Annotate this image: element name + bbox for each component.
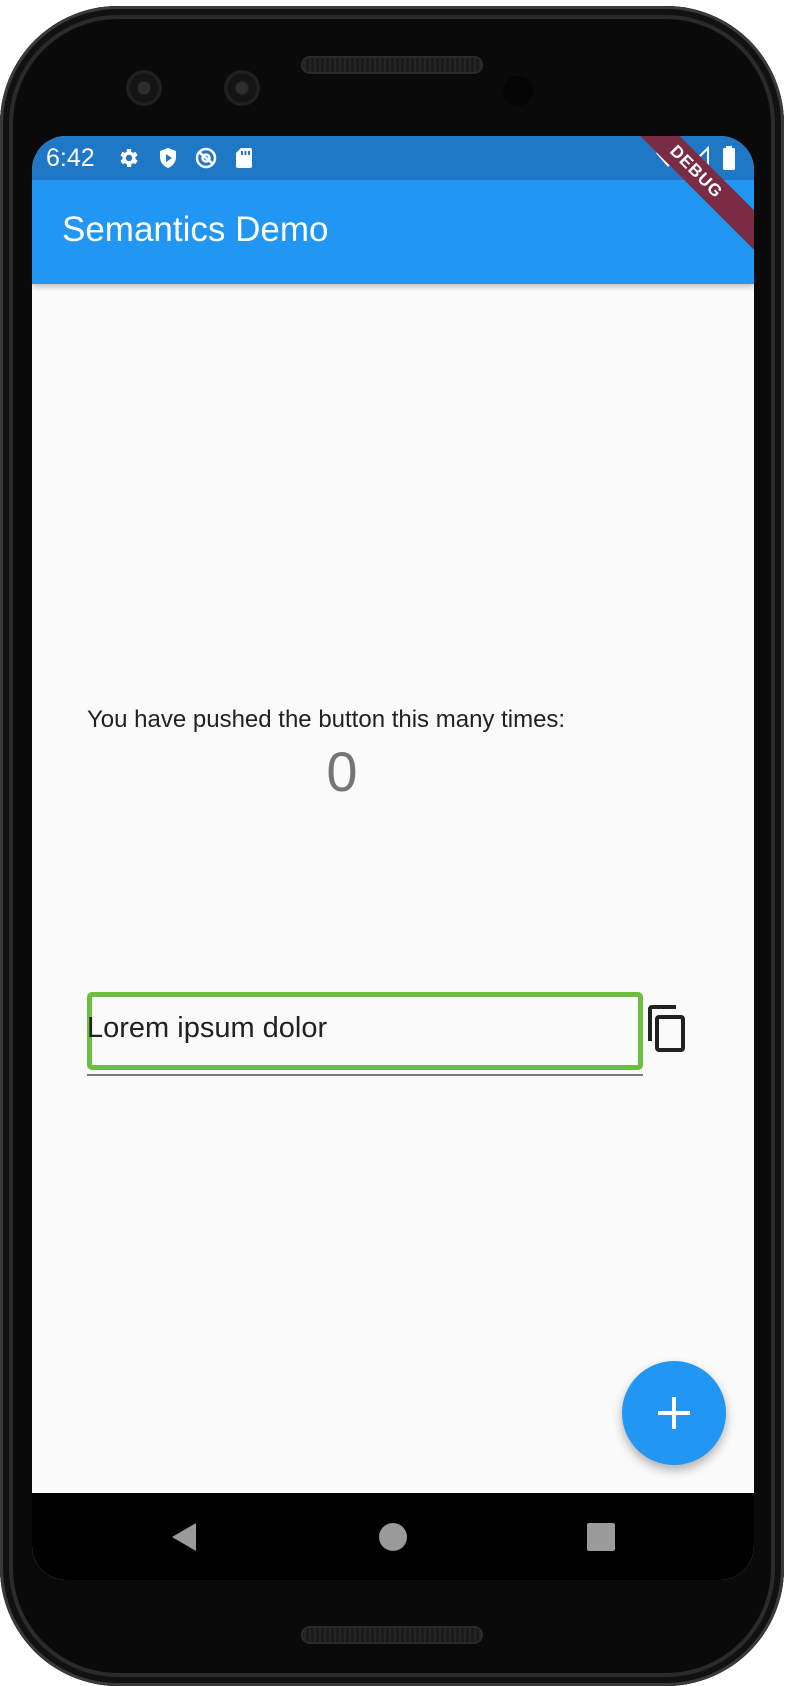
sd-card-icon [236, 148, 252, 168]
front-camera-icon [126, 70, 162, 106]
screenshot-frame: 6:42 Semantics Demo DEBUG You have pushe… [0, 0, 786, 1686]
recents-icon[interactable] [577, 1513, 625, 1561]
page-title: Semantics Demo [62, 210, 329, 249]
shield-play-icon [160, 148, 176, 168]
front-camera-icon [224, 70, 260, 106]
copy-button[interactable] [626, 986, 710, 1070]
text-input-field[interactable]: Lorem ipsum dolor [87, 980, 643, 1076]
bottom-speaker [301, 1626, 483, 1644]
gear-icon [120, 149, 138, 167]
earpiece-speaker [301, 56, 483, 74]
counter-description: You have pushed the button this many tim… [87, 706, 566, 733]
home-icon[interactable] [369, 1513, 417, 1561]
app-bar: Semantics Demo [32, 180, 754, 284]
battery-icon [723, 146, 735, 170]
increment-fab-button[interactable] [622, 1361, 726, 1465]
at-sign-icon [195, 147, 217, 169]
system-navigation-bar [32, 1493, 754, 1580]
text-input-value[interactable]: Lorem ipsum dolor [87, 1012, 327, 1045]
input-underline [87, 1074, 643, 1076]
plus-icon[interactable] [622, 1361, 726, 1465]
back-icon[interactable] [160, 1513, 208, 1561]
copy-icon[interactable] [626, 986, 710, 1070]
status-time: 6:42 [46, 144, 95, 172]
proximity-sensor [503, 76, 533, 106]
phone-device: 6:42 Semantics Demo DEBUG You have pushe… [0, 6, 784, 1686]
status-bar: 6:42 [32, 136, 754, 180]
phone-screen: 6:42 Semantics Demo DEBUG You have pushe… [32, 136, 754, 1580]
counter-value: 0 [326, 740, 358, 803]
